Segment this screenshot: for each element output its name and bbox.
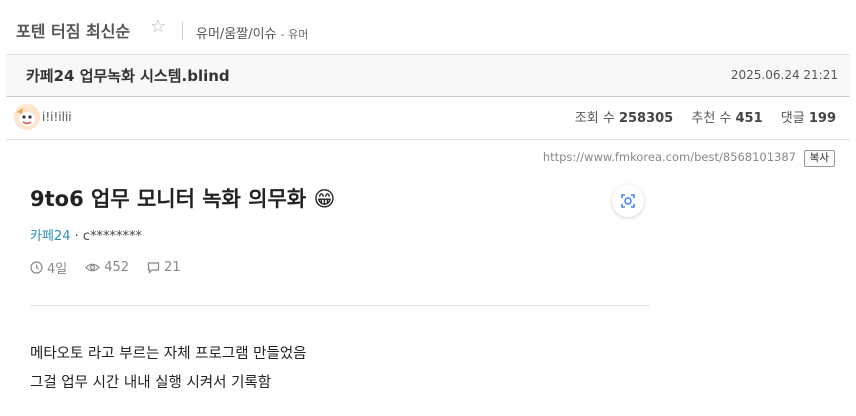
copy-button[interactable]: 복사 bbox=[803, 150, 835, 167]
scan-button[interactable] bbox=[612, 185, 644, 217]
comments-text: 21 bbox=[164, 260, 181, 275]
category-link[interactable]: 유머/움짤/이슈 bbox=[196, 27, 277, 42]
age-text: 4일 bbox=[47, 262, 68, 277]
star-icon[interactable]: ☆ bbox=[150, 16, 166, 37]
views-text: 452 bbox=[104, 260, 130, 275]
body-line: 메타오토 라고 부르는 자체 프로그램 만들었음 bbox=[30, 346, 307, 362]
subcategory-link[interactable]: - 유머 bbox=[281, 28, 309, 41]
eye-icon bbox=[85, 263, 101, 272]
url-row: https://www.fmkorea.com/best/8568101387 … bbox=[543, 150, 835, 167]
article-title: 9to6 업무 모니터 녹화 의무화 😁 bbox=[30, 183, 335, 213]
views-label: 조회 수 bbox=[574, 111, 615, 126]
company-link[interactable]: 카페24 bbox=[30, 229, 70, 244]
post-url[interactable]: https://www.fmkorea.com/best/8568101387 bbox=[543, 150, 796, 164]
post-title: 카페24 업무녹화 시스템.blind bbox=[26, 67, 230, 85]
scan-icon bbox=[621, 194, 635, 208]
clock-icon bbox=[30, 261, 43, 274]
views-count: 258305 bbox=[618, 111, 674, 126]
votes-label: 추천 수 bbox=[691, 111, 732, 126]
byline-separator: · bbox=[70, 229, 83, 244]
post-stats: 조회 수 258305 추천 수 451 댓글 199 bbox=[575, 107, 836, 126]
grin-emoji-icon: 😁 bbox=[313, 187, 336, 211]
author-name[interactable]: i!i!ilii bbox=[42, 110, 72, 124]
article-meta: 4일 452 21 bbox=[30, 258, 181, 277]
views-meta: 452 bbox=[85, 260, 129, 275]
divider bbox=[30, 305, 650, 306]
comments-label: 댓글 bbox=[780, 111, 805, 126]
divider bbox=[182, 22, 183, 40]
avatar[interactable] bbox=[14, 104, 40, 130]
post-date: 2025.06.24 21:21 bbox=[730, 68, 838, 82]
breadcrumb: 유머/움짤/이슈 - 유머 bbox=[196, 23, 308, 42]
post-title-bar: 카페24 업무녹화 시스템.blind 2025.06.24 21:21 bbox=[6, 54, 850, 97]
writer-name: c******** bbox=[82, 229, 143, 244]
comments-count: 199 bbox=[808, 111, 836, 126]
comment-icon bbox=[147, 262, 160, 274]
votes-count: 451 bbox=[735, 111, 763, 126]
body-line: 그걸 업무 시간 내내 실행 시켜서 기록함 bbox=[30, 375, 272, 391]
author-row: i!i!ilii 조회 수 258305 추천 수 451 댓글 199 bbox=[6, 96, 850, 140]
article-body: 메타오토 라고 부르는 자체 프로그램 만들었음 그걸 업무 시간 내내 실행 … bbox=[30, 340, 307, 398]
article-title-text: 9to6 업무 모니터 녹화 의무화 bbox=[30, 187, 307, 211]
comments-meta: 21 bbox=[147, 260, 181, 275]
byline: 카페24 · c******** bbox=[30, 225, 142, 244]
age-meta: 4일 bbox=[30, 258, 67, 277]
board-title[interactable]: 포텐 터짐 최신순 bbox=[16, 18, 130, 42]
